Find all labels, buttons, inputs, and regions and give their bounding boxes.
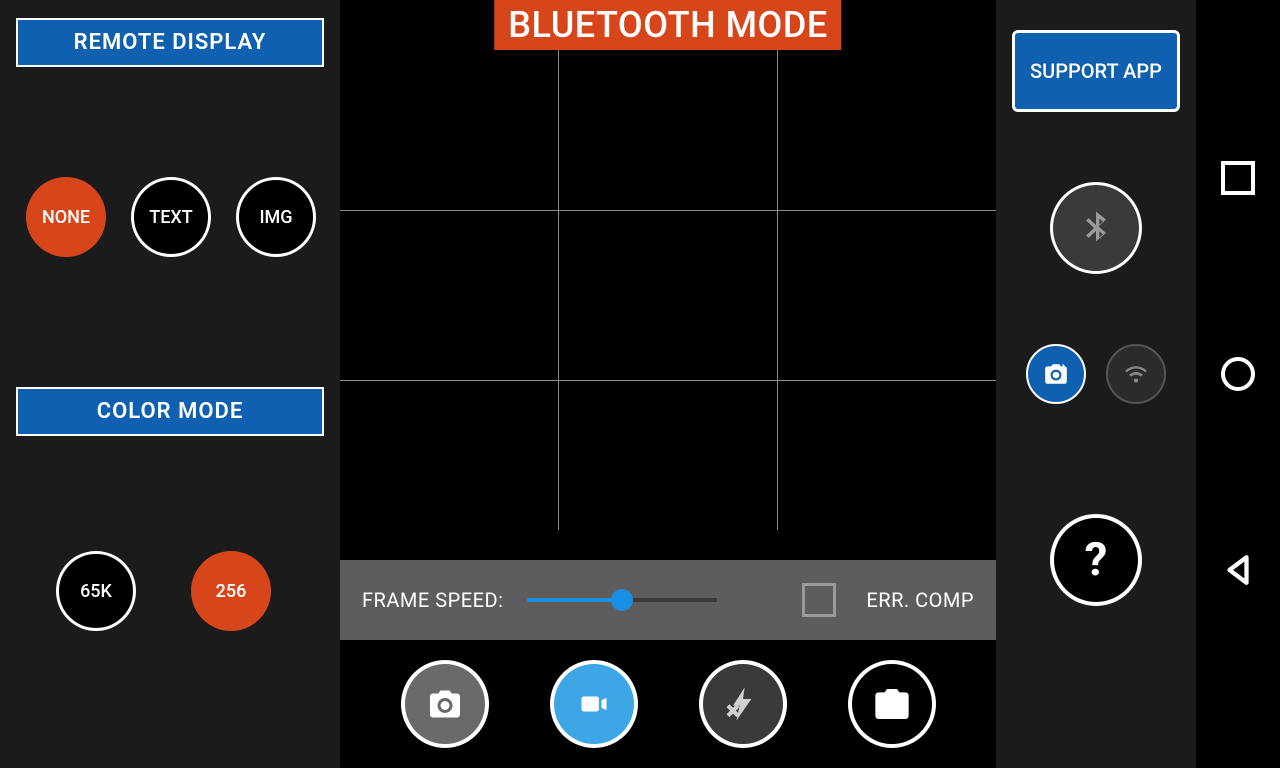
switch-camera-icon [869,684,915,724]
frame-speed-slider[interactable] [527,598,717,602]
frame-speed-bar: FRAME SPEED: ERR. COMP [340,560,996,640]
record-video-button[interactable] [550,660,638,748]
color-256-button[interactable]: 256 [191,551,271,631]
display-text-button[interactable]: TEXT [131,177,211,257]
support-app-button[interactable]: SUPPORT APP [1012,30,1180,112]
help-button[interactable]: ? [1050,514,1142,606]
switch-camera-button[interactable] [848,660,936,748]
nav-recent-apps-button[interactable] [1221,161,1255,195]
flash-off-icon [723,684,763,724]
capture-photo-button[interactable] [401,660,489,748]
grid-line [340,380,996,381]
nav-back-button[interactable] [1221,553,1255,587]
display-img-button[interactable]: IMG [236,177,316,257]
connection-mode-row [1026,344,1166,404]
slider-thumb[interactable] [611,589,633,611]
right-panel: SUPPORT APP ? [996,0,1196,768]
remote-display-header: REMOTE DISPLAY [16,18,324,67]
err-comp-checkbox[interactable] [802,583,836,617]
bluetooth-button[interactable] [1050,182,1142,274]
color-65k-button[interactable]: 65K [56,551,136,631]
wifi-mode-button[interactable] [1106,344,1166,404]
grid-line [777,30,778,530]
color-mode-options: 65K 256 [56,551,324,631]
center-panel: BLUETOOTH MODE FRAME SPEED: ERR. COMP [340,0,996,768]
grid-line [340,210,996,211]
remote-display-options: NONE TEXT IMG [26,177,324,257]
left-panel: REMOTE DISPLAY NONE TEXT IMG COLOR MODE … [0,0,340,768]
nav-home-button[interactable] [1221,357,1255,391]
camera-small-icon [1040,361,1072,387]
camera-mode-button[interactable] [1026,344,1086,404]
bottom-controls [340,640,996,768]
wifi-icon [1119,361,1153,387]
color-mode-header: COLOR MODE [16,387,324,436]
system-navbar [1196,0,1280,768]
err-comp-label: ERR. COMP [866,588,974,612]
slider-fill [527,598,622,602]
display-none-button[interactable]: NONE [26,177,106,257]
video-icon [574,689,614,719]
bluetooth-icon [1076,203,1116,253]
camera-viewfinder[interactable] [340,0,996,560]
flash-off-button[interactable] [699,660,787,748]
grid-line [558,30,559,530]
frame-speed-label: FRAME SPEED: [362,588,503,612]
mode-banner: BLUETOOTH MODE [494,0,841,50]
camera-icon [424,686,466,722]
